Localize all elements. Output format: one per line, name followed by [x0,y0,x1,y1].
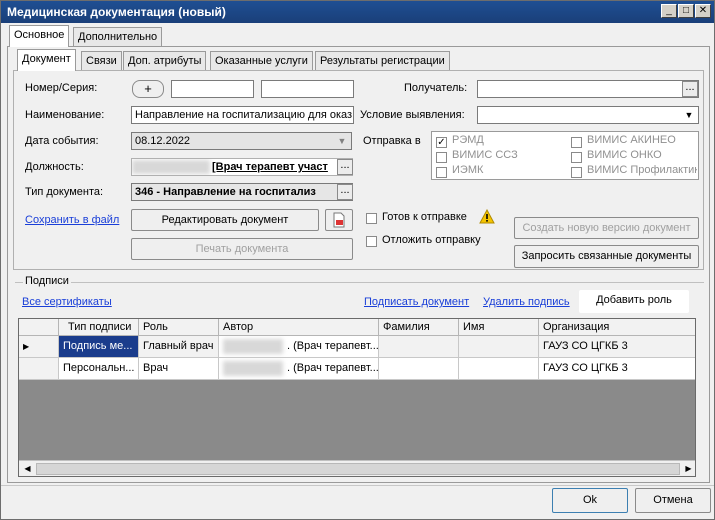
tab-document[interactable]: Документ [17,49,76,71]
title-bar: Медицинская документация (новый) [1,1,714,23]
column-header-role[interactable]: Роль [139,319,219,336]
checkbox-vimis-prof[interactable] [571,167,582,178]
table-cell-organization[interactable]: ГАУЗ СО ЦГКБ 3 [539,336,695,358]
table-cell-author[interactable]: . (Врач терапевт... [219,336,379,358]
tab-extra-attributes[interactable]: Доп. атрибуты [123,51,207,71]
checkbox-vimis-onko[interactable] [571,152,582,163]
checkbox-iemk[interactable] [436,167,447,178]
cancel-button[interactable]: Отмена [635,488,711,513]
postpone-checkbox[interactable] [366,236,377,247]
table-cell-name[interactable] [459,336,539,358]
redacted-text [132,160,210,174]
table-corner [19,319,59,336]
save-to-file-link[interactable]: Сохранить в файл [25,214,119,226]
ok-button[interactable]: Ok [552,488,628,513]
delete-signature-link[interactable]: Удалить подпись [483,296,570,308]
send-target-iemk: ИЭМК [452,164,484,176]
table-cell-name[interactable] [459,358,539,380]
table-cell-organization[interactable]: ГАУЗ СО ЦГКБ 3 [539,358,695,380]
name-field[interactable]: Направление на госпитализацию для оказ [131,106,354,124]
create-new-version-button[interactable]: Создать новую версию документ [514,217,699,239]
column-header-name[interactable]: Имя [459,319,539,336]
position-select-button[interactable]: ... [337,159,353,175]
condition-field[interactable] [477,106,699,124]
table-cell-role[interactable]: Врач [139,358,219,380]
column-header-author[interactable]: Автор [219,319,379,336]
close-icon[interactable]: ✕ [695,4,711,18]
recipient-field[interactable] [477,80,699,98]
checkbox-remd[interactable]: ✓ [436,137,447,148]
tab-main[interactable]: Основное [9,25,70,47]
warning-icon [479,209,495,224]
tab-additional[interactable]: Дополнительно [73,27,163,47]
redacted-text [223,339,283,354]
scroll-right-icon[interactable]: ▶ [682,463,695,475]
table-cell-type[interactable]: Подпись ме... [59,336,139,358]
print-document-button[interactable]: Печать документа [131,238,353,260]
table-cell-surname[interactable] [379,336,459,358]
checkbox-vimis-ssz[interactable] [436,152,447,163]
maximize-icon[interactable]: □ [678,4,694,18]
row-indicator[interactable] [19,358,59,380]
scrollbar-thumb[interactable] [36,463,680,475]
request-related-documents-button[interactable]: Запросить связанные документы [514,245,699,268]
condition-label: Условие выявления: [360,109,465,121]
recipient-select-button[interactable]: ... [682,81,698,97]
send-to-label: Отправка в [363,135,421,147]
ready-checkbox[interactable] [366,213,377,224]
column-header-organization[interactable]: Организация [539,319,695,336]
name-label: Наименование: [25,109,105,121]
signatures-label: Подписи [23,275,71,287]
recipient-label: Получатель: [404,82,468,94]
tab-registration-results[interactable]: Результаты регистрации [315,51,450,71]
column-header-surname[interactable]: Фамилия [379,319,459,336]
event-date-label: Дата события: [25,135,99,147]
send-target-remd: РЭМД [452,134,484,146]
pdf-icon [333,212,345,228]
number-add-button[interactable]: + [132,80,164,98]
ready-label: Готов к отправке [382,211,467,223]
send-target-vimis-akineo: ВИМИС АКИНЕО [587,134,676,146]
checkbox-vimis-akineo[interactable] [571,137,582,148]
minimize-icon[interactable]: _ [661,4,677,18]
send-target-vimis-ssz: ВИМИС ССЗ [452,149,518,161]
number-label: Номер/Серия: [25,82,98,94]
redacted-text [223,361,283,376]
pdf-icon-button[interactable] [325,209,353,231]
doctype-select-button[interactable]: ... [337,184,353,200]
window-title: Медицинская документация (новый) [7,5,226,19]
series-field[interactable] [261,80,354,98]
dialog-window: Медицинская документация (новый) _ □ ✕ О… [0,0,715,520]
add-role-button[interactable]: Добавить роль [579,290,689,313]
position-label: Должность: [25,161,84,173]
number-field[interactable] [171,80,254,98]
footer-divider [1,485,714,486]
horizontal-scrollbar[interactable]: ◀ ▶ [19,460,695,476]
scroll-left-icon[interactable]: ◀ [21,463,34,475]
table-cell-role[interactable]: Главный врач [139,336,219,358]
row-indicator-icon[interactable]: ▶ [19,336,59,358]
all-certificates-link[interactable]: Все сертификаты [22,296,112,308]
tab-services[interactable]: Оказанные услуги [210,51,313,71]
sign-document-link[interactable]: Подписать документ [364,296,469,308]
edit-document-button[interactable]: Редактировать документ [131,209,319,231]
table-cell-author[interactable]: . (Врач терапевт... [219,358,379,380]
chevron-down-icon[interactable]: ▼ [334,134,350,148]
send-target-vimis-onko: ВИМИС ОНКО [587,149,662,161]
chevron-down-icon[interactable]: ▼ [681,108,697,122]
event-date-field[interactable]: 08.12.2022 [131,132,352,150]
table-cell-surname[interactable] [379,358,459,380]
postpone-label: Отложить отправку [382,234,481,246]
send-target-vimis-prof: ВИМИС Профилактик [587,164,697,176]
column-header-type[interactable]: Тип подписи [59,319,139,336]
doctype-label: Тип документа: [25,186,104,198]
position-field[interactable]: [Врач терапевт участ [131,158,353,176]
table-cell-type[interactable]: Персональн... [59,358,139,380]
signatures-table: Тип подписи Роль Автор Фамилия Имя Орган… [18,318,696,477]
position-value: [Врач терапевт участ [212,161,328,173]
doctype-field[interactable]: 346 - Направление на госпитализ [131,183,353,201]
tab-links[interactable]: Связи [81,51,122,71]
